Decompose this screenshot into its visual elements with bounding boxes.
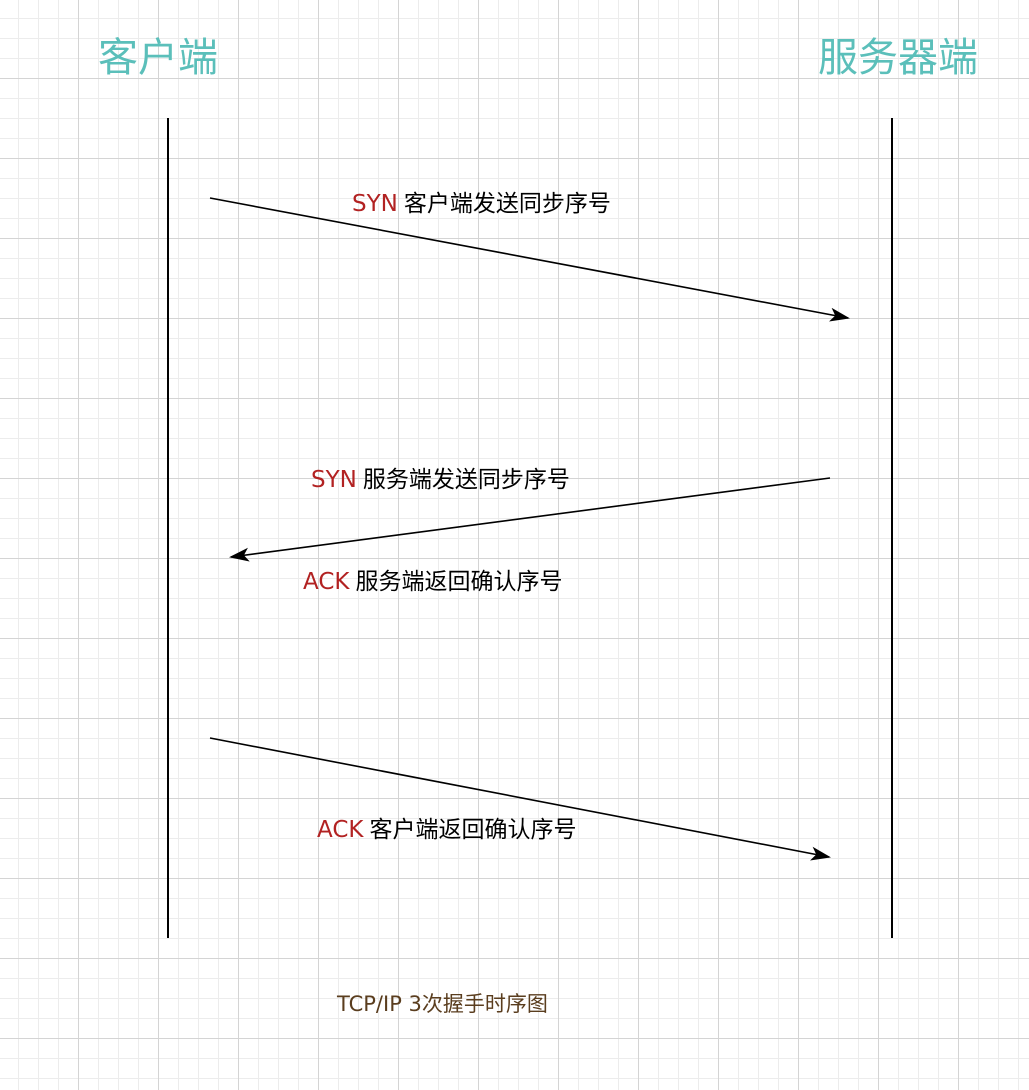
message-keyword: SYN xyxy=(352,191,398,217)
message-text: 客户端发送同步序号 xyxy=(403,191,611,217)
message-text: 服务端发送同步序号 xyxy=(362,467,570,493)
client-title: 客户端 xyxy=(98,35,218,81)
message-keyword: SYN xyxy=(311,467,357,493)
sequence-diagram xyxy=(167,118,893,938)
message-text: 服务端返回确认序号 xyxy=(355,569,563,595)
message-keyword: ACK xyxy=(317,817,364,843)
message-keyword: ACK xyxy=(303,569,350,595)
message-label-ack-client: ACK 客户端返回确认序号 xyxy=(317,815,576,845)
message-label-syn-server: SYN 服务端发送同步序号 xyxy=(311,465,570,495)
message-text: 客户端返回确认序号 xyxy=(369,817,577,843)
server-title: 服务器端 xyxy=(818,35,978,81)
message-label-ack-server: ACK 服务端返回确认序号 xyxy=(303,567,562,597)
message-label-syn-client: SYN 客户端发送同步序号 xyxy=(352,189,611,219)
diagram-caption: TCP/IP 3次握手时序图 xyxy=(337,992,548,1016)
